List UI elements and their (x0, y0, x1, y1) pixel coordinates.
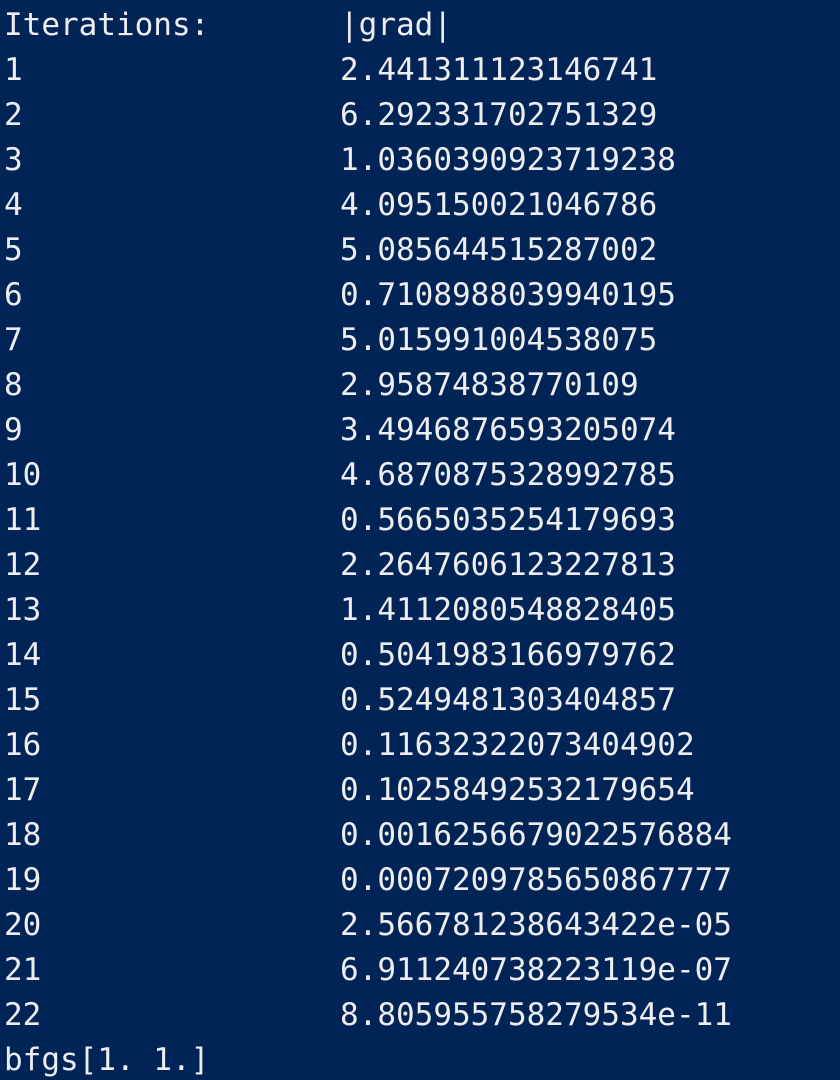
grad-value: 4.6870875328992785 (340, 457, 676, 493)
grad-value: 3.4946876593205074 (340, 412, 676, 448)
table-row: 20 2.566781238643422e-05 (0, 903, 840, 948)
iteration-number: 7 (4, 322, 23, 358)
iteration-number: 2 (4, 97, 23, 133)
iteration-number: 9 (4, 412, 23, 448)
console-output[interactable]: Iterations: |grad| 1 2.441311123146741 2 6.… (0, 0, 840, 1080)
iteration-number: 20 (4, 907, 42, 943)
grad-value: 0.11632322073404902 (340, 727, 695, 763)
iteration-number: 5 (4, 232, 23, 268)
result-text: bfgs[1. 1.] (4, 1042, 210, 1078)
grad-value: 2.95874838770109 (340, 367, 639, 403)
iteration-number: 19 (4, 862, 42, 898)
header-row: Iterations: |grad| (0, 3, 840, 48)
table-row: 5 5.085644515287002 (0, 228, 840, 273)
table-row: 11 0.5665035254179693 (0, 498, 840, 543)
grad-value: 2.2647606123227813 (340, 547, 676, 583)
table-row: 6 0.7108988039940195 (0, 273, 840, 318)
iteration-number: 6 (4, 277, 23, 313)
grad-value: 0.7108988039940195 (340, 277, 676, 313)
table-row: 8 2.95874838770109 (0, 363, 840, 408)
grad-value: 0.0016256679022576884 (340, 817, 732, 853)
grad-value: 5.085644515287002 (340, 232, 658, 268)
iteration-number: 8 (4, 367, 23, 403)
iteration-number: 16 (4, 727, 42, 763)
iteration-number: 4 (4, 187, 23, 223)
iteration-number: 10 (4, 457, 42, 493)
grad-value: 5.015991004538075 (340, 322, 658, 358)
iteration-number: 1 (4, 52, 23, 88)
table-row: 15 0.5249481303404857 (0, 678, 840, 723)
table-row: 18 0.0016256679022576884 (0, 813, 840, 858)
table-row: 13 1.4112080548828405 (0, 588, 840, 633)
grad-value: 2.441311123146741 (340, 52, 658, 88)
result-row: bfgs[1. 1.] (0, 1038, 840, 1080)
table-row: 9 3.4946876593205074 (0, 408, 840, 453)
table-row: 10 4.6870875328992785 (0, 453, 840, 498)
grad-value: 0.5041983166979762 (340, 637, 676, 673)
grad-value: 0.10258492532179654 (340, 772, 695, 808)
iteration-number: 21 (4, 952, 42, 988)
grad-value: 8.805955758279534e-11 (340, 997, 732, 1033)
table-row: 12 2.2647606123227813 (0, 543, 840, 588)
iteration-number: 3 (4, 142, 23, 178)
grad-header: |grad| (340, 7, 452, 43)
grad-value: 4.095150021046786 (340, 187, 658, 223)
iteration-number: 17 (4, 772, 42, 808)
grad-value: 1.0360390923719238 (340, 142, 676, 178)
iterations-header: Iterations: (4, 7, 210, 43)
iteration-rows: 1 2.441311123146741 2 6.292331702751329 3 1.0… (0, 48, 840, 1038)
table-row: 21 6.911240738223119e-07 (0, 948, 840, 993)
grad-value: 6.911240738223119e-07 (340, 952, 732, 988)
iteration-number: 14 (4, 637, 42, 673)
iteration-number: 22 (4, 997, 42, 1033)
table-row: 22 8.805955758279534e-11 (0, 993, 840, 1038)
table-row: 2 6.292331702751329 (0, 93, 840, 138)
iteration-number: 18 (4, 817, 42, 853)
table-row: 16 0.11632322073404902 (0, 723, 840, 768)
iteration-number: 11 (4, 502, 42, 538)
grad-value: 0.5665035254179693 (340, 502, 676, 538)
grad-value: 1.4112080548828405 (340, 592, 676, 628)
table-row: 19 0.0007209785650867777 (0, 858, 840, 903)
table-row: 1 2.441311123146741 (0, 48, 840, 93)
table-row: 3 1.0360390923719238 (0, 138, 840, 183)
table-row: 4 4.095150021046786 (0, 183, 840, 228)
grad-value: 2.566781238643422e-05 (340, 907, 732, 943)
table-row: 7 5.015991004538075 (0, 318, 840, 363)
grad-value: 6.292331702751329 (340, 97, 658, 133)
table-row: 14 0.5041983166979762 (0, 633, 840, 678)
iteration-number: 12 (4, 547, 42, 583)
grad-value: 0.5249481303404857 (340, 682, 676, 718)
table-row: 17 0.10258492532179654 (0, 768, 840, 813)
grad-value: 0.0007209785650867777 (340, 862, 732, 898)
iteration-number: 13 (4, 592, 42, 628)
iteration-number: 15 (4, 682, 42, 718)
